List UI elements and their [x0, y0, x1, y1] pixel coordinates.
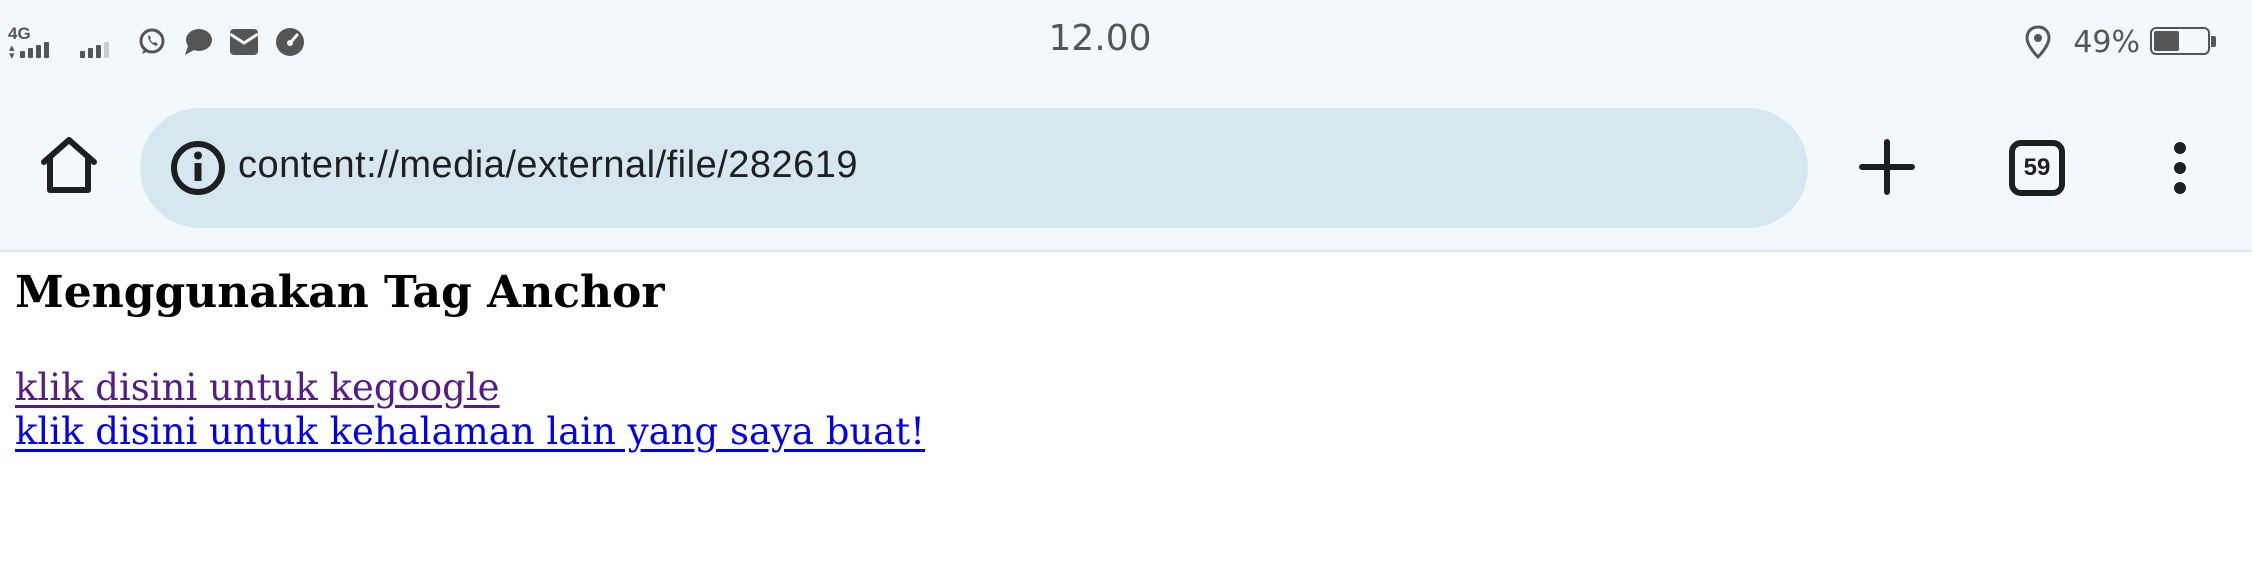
status-clock: 12.00: [1048, 18, 1152, 59]
battery-icon: [2150, 27, 2216, 57]
status-bar: 4G ▴ ▾ 12.00 49%: [0, 0, 2252, 84]
browser-toolbar: content://media/external/file/282619 59: [0, 84, 2252, 252]
battery-percent: 49%: [2073, 24, 2140, 60]
page-title: Menggunakan Tag Anchor: [15, 267, 665, 318]
location-icon: [2025, 25, 2051, 59]
link-list: klik disini untuk kegoogle klik disini u…: [15, 366, 2235, 454]
battery-level-fill: [2154, 31, 2179, 51]
tabs-icon[interactable]: 59: [2009, 140, 2065, 196]
google-link[interactable]: klik disini untuk kegoogle: [15, 366, 2235, 410]
page-content: Menggunakan Tag Anchor klik disini untuk…: [15, 262, 2235, 454]
tab-count: 59: [2023, 154, 2051, 181]
address-bar[interactable]: content://media/external/file/282619: [140, 108, 1808, 228]
more-vert-icon[interactable]: [2160, 140, 2200, 196]
other-page-link[interactable]: klik disini untuk kehalaman lain yang sa…: [15, 410, 2235, 454]
plus-icon[interactable]: [1856, 136, 1918, 198]
status-icons-right: 49%: [2025, 22, 2216, 62]
home-icon[interactable]: [36, 132, 102, 198]
url-text[interactable]: content://media/external/file/282619: [238, 144, 858, 187]
info-icon[interactable]: [160, 130, 236, 206]
